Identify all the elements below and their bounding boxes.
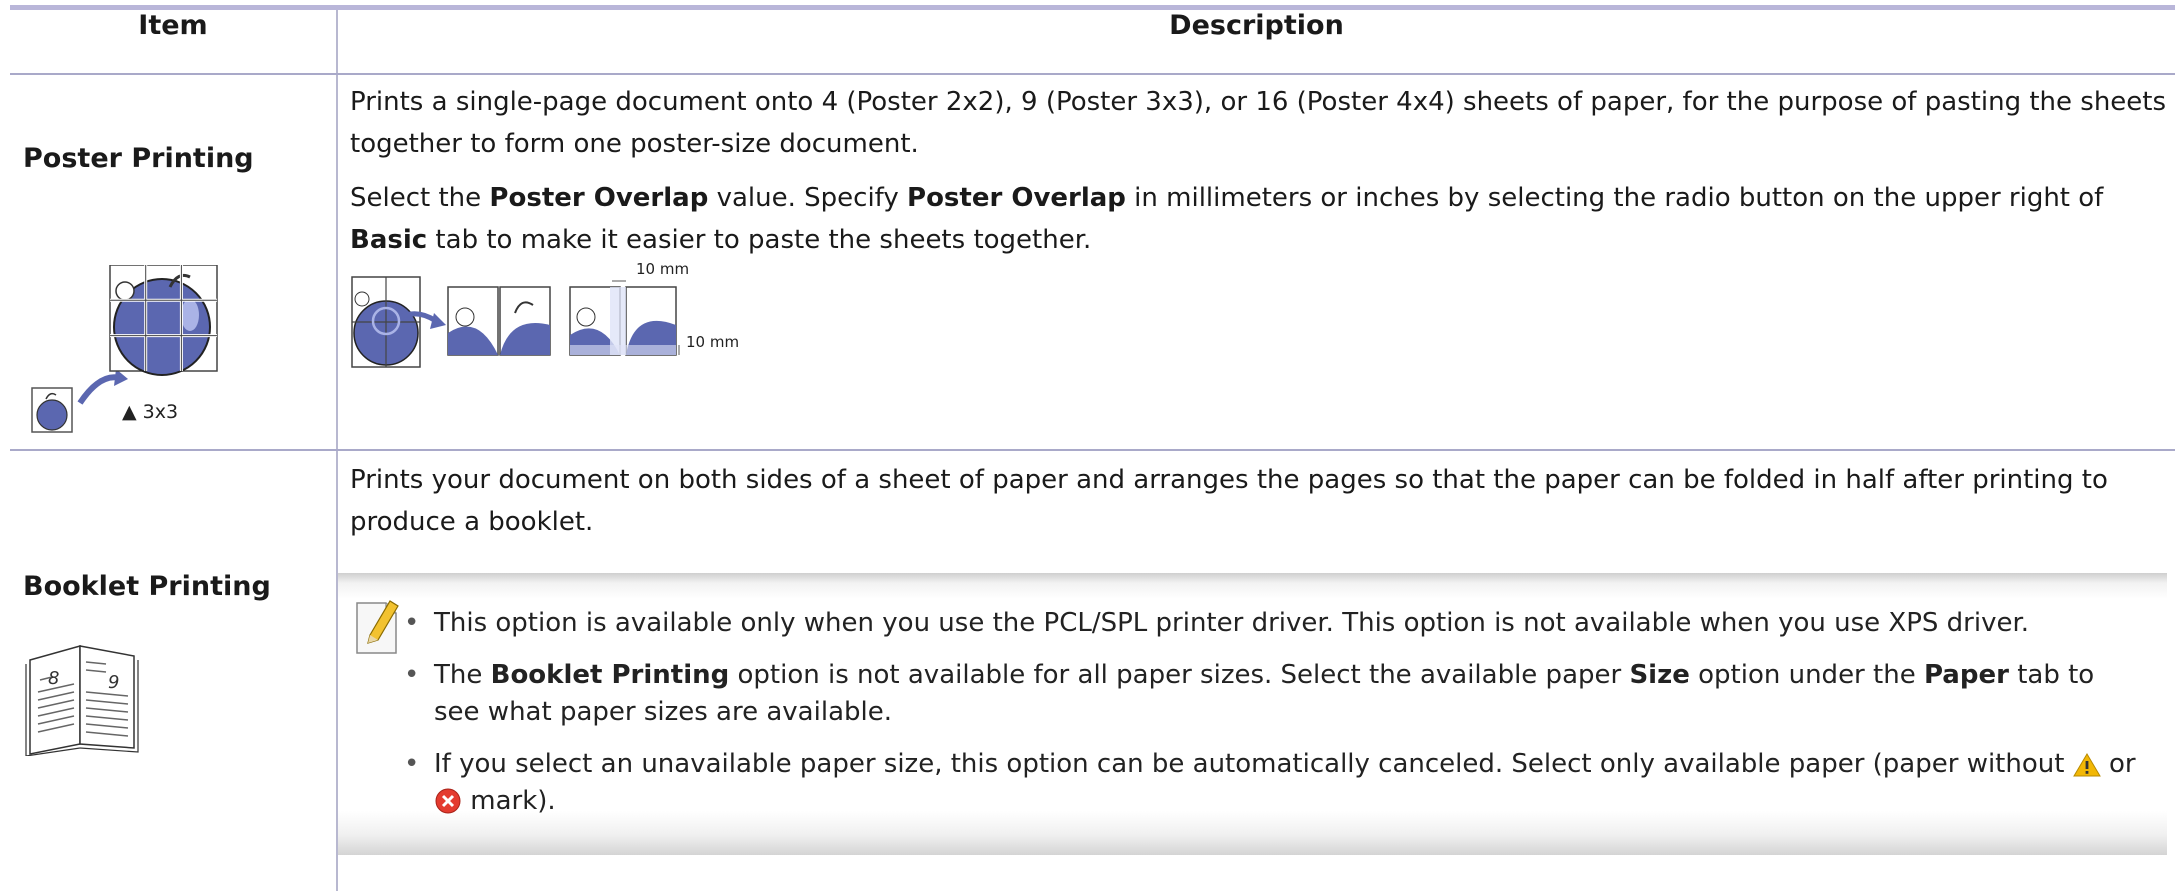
header-description: Description (337, 10, 2175, 75)
booklet-page-right: 9 (108, 672, 120, 693)
item-cell-poster: Poster Printing ▲ 3x3 (10, 74, 338, 451)
item-description-table: Item Description Poster Printing ▲ 3x3 P… (10, 10, 2175, 891)
item-cell-booklet: Booklet Printing 8 9 (10, 450, 338, 891)
header-item: Item (10, 10, 338, 75)
poster-printing-title: Poster Printing (23, 143, 254, 174)
error-icon (435, 788, 461, 814)
note-pencil-icon (356, 600, 399, 654)
table-row-poster: Poster Printing ▲ 3x3 Prints a single-pa… (10, 74, 2175, 451)
poster-layout-illustration (31, 265, 218, 433)
note-list: • This option is available only when you … (404, 605, 2147, 835)
note-item: • This option is available only when you … (404, 608, 2030, 638)
warning-icon (2072, 753, 2101, 777)
poster-layout-label: ▲ 3x3 (122, 401, 179, 423)
poster-description-1: Prints a single-page document onto 4 (Po… (350, 87, 2167, 159)
overlap-label-side: 10 mm (686, 333, 740, 351)
sheet-pair-icon (447, 286, 551, 356)
poster-sheets-icon (351, 276, 421, 368)
booklet-description: Prints your document on both sides of a … (350, 465, 2108, 537)
booklet-page-left: 8 (48, 668, 60, 689)
poster-description-2: Select the Poster Overlap value. Specify… (350, 183, 2104, 255)
booklet-icon (25, 645, 139, 756)
note-item: • If you select an unavailable paper size… (404, 749, 2136, 816)
small-apple-icon (31, 387, 73, 433)
arrow-icon (77, 374, 121, 405)
note-item: • The Booklet Printing option is not avai… (404, 660, 2095, 727)
note-box: • This option is available only when you … (338, 573, 2167, 855)
booklet-printing-title: Booklet Printing (23, 571, 271, 602)
description-cell-booklet: Prints your document on both sides of a … (337, 450, 2175, 891)
overlap-detail-icon (569, 280, 680, 356)
table-row-booklet: Booklet Printing 8 9 Prints your documen… (10, 450, 2175, 891)
description-cell-poster: Prints a single-page document onto 4 (Po… (337, 74, 2175, 451)
overlap-label-top: 10 mm (636, 260, 690, 278)
poster-overlap-illustration (351, 276, 680, 368)
poster-grid-icon (109, 265, 218, 376)
